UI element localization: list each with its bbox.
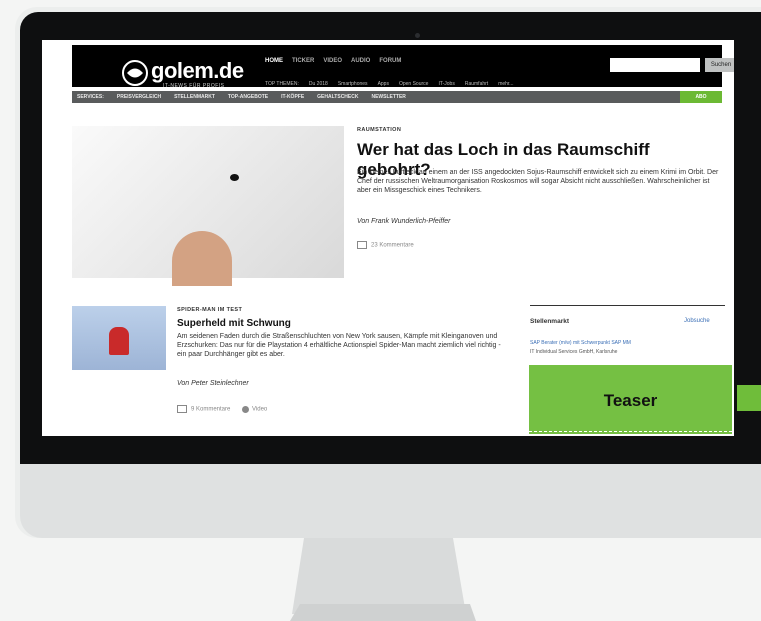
teaser-dashed-line	[529, 431, 732, 432]
nav-newsletter[interactable]: NEWSLETTER	[366, 94, 405, 100]
spider-man-figure	[109, 327, 129, 355]
article-teaser-text: Am seidenen Faden durch die Straßenschlu…	[177, 333, 501, 359]
jobsuche-link[interactable]: Jobsuche	[684, 318, 710, 324]
top-topics: TOP THEMEN: Du 2018 Smartphones Apps Ope…	[265, 81, 513, 87]
topic-link[interactable]: Du 2018	[309, 81, 328, 87]
monitor-chin	[20, 464, 761, 538]
nav-ticker[interactable]: TICKER	[292, 58, 314, 64]
finger	[172, 231, 232, 286]
search-button[interactable]: Suchen	[705, 58, 734, 72]
article-image[interactable]	[72, 306, 166, 370]
article-comments[interactable]: 9 Kommentare Video	[177, 405, 267, 413]
services-label: SERVICES:	[77, 94, 104, 100]
article-comments[interactable]: 23 Kommentare	[357, 241, 414, 249]
services-nav: SERVICES: PREISVERGLEICH STELLENMARKT TO…	[72, 91, 722, 103]
nav-gehaltscheck[interactable]: GEHALTSCHECK	[312, 94, 358, 100]
hole-in-hull	[230, 174, 239, 181]
nav-home[interactable]: HOME	[265, 58, 283, 64]
stellenmarkt-title: Stellenmarkt	[530, 318, 570, 325]
comment-icon	[357, 241, 367, 249]
sidebar-divider	[530, 305, 725, 306]
site-tagline: IT-NEWS FÜR PROFIS	[163, 83, 225, 89]
camera-icon	[415, 33, 420, 38]
job-listing-company: IT Individual Services GmbH, Karlsruhe	[530, 349, 618, 355]
article-kicker: RAUMSTATION	[357, 127, 402, 133]
nav-preisvergleich[interactable]: PREISVERGLEICH	[112, 94, 161, 100]
golem-logo-icon[interactable]	[122, 60, 148, 86]
topic-link[interactable]: Open Source	[399, 81, 428, 87]
main-nav: HOME TICKER VIDEO AUDIO FORUM	[265, 58, 401, 64]
nav-audio[interactable]: AUDIO	[351, 58, 370, 64]
topic-link[interactable]: Smartphones	[338, 81, 368, 87]
job-listing-title[interactable]: SAP Berater (m/w) mit Schwerpunkt SAP MM	[530, 340, 631, 346]
nav-it-koepfe[interactable]: IT-KÖPFE	[276, 94, 304, 100]
article-author: Von Peter Steinlechner	[177, 380, 249, 387]
teaser-marker	[737, 385, 761, 411]
topic-link[interactable]: IT-Jobs	[438, 81, 454, 87]
nav-top-angebote[interactable]: TOP-ANGEBOTE	[223, 94, 268, 100]
teaser-label: Teaser	[603, 391, 658, 410]
article-teaser-text: Ein kleines Luftleck an einem an der ISS…	[357, 169, 719, 195]
topics-label: TOP THEMEN:	[265, 81, 299, 87]
search-input[interactable]	[610, 58, 700, 72]
article-headline[interactable]: Superheld mit Schwung	[177, 318, 291, 329]
abo-button[interactable]: ABO	[680, 91, 722, 103]
topic-more-link[interactable]: mehr...	[498, 81, 513, 87]
site-header: golem.de IT-NEWS FÜR PROFIS HOME TICKER …	[72, 45, 734, 89]
article-image[interactable]	[72, 126, 344, 286]
nav-stellenmarkt[interactable]: STELLENMARKT	[169, 94, 215, 100]
comment-count: 23 Kommentare	[371, 242, 414, 249]
play-icon	[242, 405, 250, 413]
nav-forum[interactable]: FORUM	[379, 58, 401, 64]
comment-icon	[177, 405, 187, 413]
article-author: Von Frank Wunderlich-Pfeiffer	[357, 218, 451, 225]
video-link[interactable]: Video	[252, 407, 267, 413]
article-kicker: SPIDER-MAN IM TEST	[177, 307, 243, 313]
topic-link[interactable]: Raumfahrt	[465, 81, 488, 87]
site-logo[interactable]: golem.de	[151, 58, 244, 84]
monitor-stand	[290, 538, 476, 621]
topic-link[interactable]: Apps	[378, 81, 389, 87]
comment-count: 9 Kommentare	[191, 406, 231, 413]
teaser-overlay: Teaser	[529, 365, 732, 434]
nav-video[interactable]: VIDEO	[323, 58, 342, 64]
